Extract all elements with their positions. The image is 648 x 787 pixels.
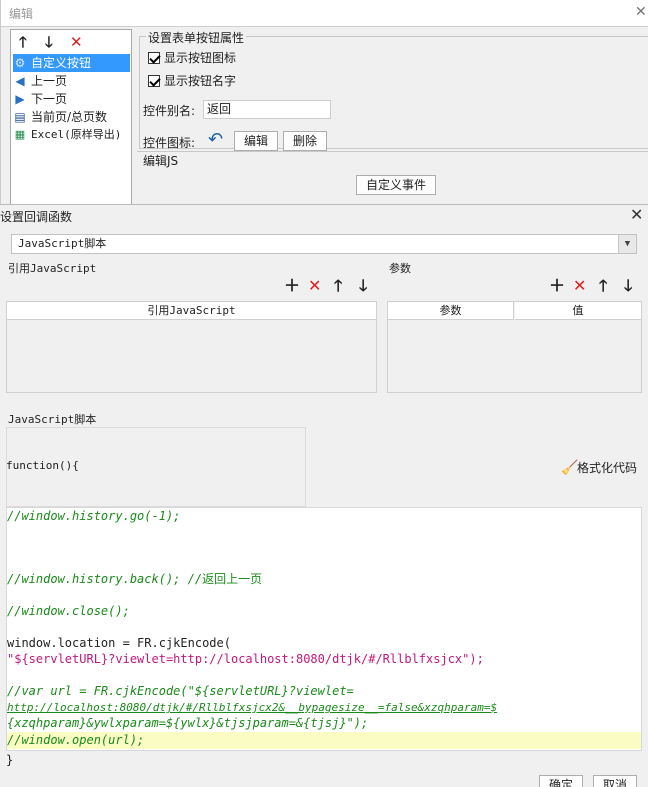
dialog-title: 设置回调函数 (0, 210, 73, 224)
function-header: function(){ (6, 459, 79, 472)
code-line: //window.close(); (7, 604, 130, 618)
editor-window: 编辑 ✕ 🡑 🡓 ✕ ⚙ 自定义按钮 ◀ 上一页 ▶ 下一页 ▤ 当前页/总页数 ▦ Ex… (0, 0, 648, 205)
code-line: //var url = FR.cjkEncode("${servletURL}?… (7, 684, 354, 698)
undo-arrow-icon: ↶ (208, 129, 224, 150)
ref-js-table: 引用JavaScript (6, 301, 377, 393)
param-delete-icon[interactable]: ✕ (573, 277, 586, 295)
ref-move-down-icon[interactable]: 🡓 (359, 277, 367, 295)
broom-icon: 🧹 (561, 460, 579, 476)
param-add-icon[interactable]: ＋ (549, 277, 565, 295)
editjs-divider (137, 151, 648, 152)
param-move-up-icon[interactable]: 🡑 (599, 277, 607, 295)
ref-add-icon[interactable]: ＋ (284, 277, 300, 295)
icon-label: 控件图标: (143, 136, 196, 150)
alias-label: 控件别名: (143, 104, 196, 118)
delete-icon[interactable]: ✕ (70, 33, 83, 51)
chevron-down-icon[interactable]: ▼ (618, 235, 636, 253)
closing-brace: } (6, 753, 14, 767)
script-type-select[interactable]: JavaScript脚本 ▼ (11, 234, 637, 254)
code-line: http://localhost:8080/dtjk/#/Rllblfxsjcx… (7, 701, 498, 714)
page-count-icon: ▤ (14, 110, 26, 124)
script-type-value: JavaScript脚本 (18, 237, 107, 250)
format-code-button[interactable]: 🧹格式化代码 (561, 459, 637, 476)
param-name-column-header[interactable]: 参数 (388, 302, 514, 320)
tree-item-custom-button[interactable]: ⚙ 自定义按钮 (13, 54, 130, 72)
tree-item-prev-page[interactable]: ◀ 上一页 (13, 72, 130, 90)
ref-js-section-label: 引用JavaScript (8, 262, 97, 275)
button-tree-panel: 🡑 🡓 ✕ ⚙ 自定义按钮 ◀ 上一页 ▶ 下一页 ▤ 当前页/总页数 ▦ Excel(原… (10, 29, 132, 205)
params-table: 参数 值 (387, 301, 642, 393)
ok-button[interactable]: 确定 (539, 775, 583, 787)
ref-js-column-header[interactable]: 引用JavaScript (7, 302, 376, 320)
properties-legend: 设置表单按钮属性 (146, 29, 247, 46)
code-line: //window.open(url); (7, 733, 145, 747)
js-script-section-label: JavaScript脚本 (8, 413, 97, 426)
show-icon-checkbox[interactable]: 显示按钮图标 (148, 49, 236, 67)
param-value-column-header[interactable]: 值 (515, 302, 641, 320)
editor-close-icon[interactable]: ✕ (635, 4, 647, 20)
checkbox-checked-icon (148, 75, 160, 87)
code-editor[interactable]: //window.history.go(-1); //window.histor… (6, 507, 642, 751)
callback-dialog: 设置回调函数 ✕ JavaScript脚本 ▼ 引用JavaScript 参数 … (0, 204, 648, 787)
editor-titlebar: 编辑 ✕ (1, 0, 648, 27)
custom-event-button[interactable]: 自定义事件 (356, 175, 436, 195)
triangle-left-icon: ◀ (15, 74, 25, 88)
tree-item-page-count[interactable]: ▤ 当前页/总页数 (13, 108, 130, 126)
code-line: //window.history.go(-1); (7, 509, 181, 523)
properties-group: 设置表单按钮属性 显示按钮图标 显示按钮名字 控件别名: 返回 控件图标: ↶ … (139, 29, 648, 151)
editjs-label: 编辑JS (143, 154, 179, 168)
code-line: //window.history.back(); //返回上一页 (7, 572, 263, 586)
alias-input[interactable]: 返回 (203, 100, 331, 119)
icon-delete-button[interactable]: 删除 (283, 131, 327, 151)
code-line: {xzqhparam}&ywlxparam=${ywlx}&tjsjparam=… (7, 716, 369, 730)
ref-delete-icon[interactable]: ✕ (308, 277, 321, 295)
tree-toolbar: 🡑 🡓 ✕ (11, 32, 131, 54)
move-down-icon[interactable]: 🡓 (45, 33, 53, 51)
editor-window-title: 编辑 (9, 7, 34, 21)
checkbox-checked-icon (148, 52, 160, 64)
tree-item-next-page[interactable]: ▶ 下一页 (13, 90, 130, 108)
cancel-button[interactable]: 取消 (593, 775, 637, 787)
params-section-label: 参数 (389, 262, 411, 275)
ref-move-up-icon[interactable]: 🡑 (334, 277, 342, 295)
gear-icon: ⚙ (14, 56, 26, 70)
tree-item-excel-export[interactable]: ▦ Excel(原样导出) (13, 126, 130, 144)
button-properties-panel: 设置表单按钮属性 显示按钮图标 显示按钮名字 控件别名: 返回 控件图标: ↶ … (137, 29, 648, 205)
code-line: window.location = FR.cjkEncode( (7, 636, 231, 650)
show-name-checkbox[interactable]: 显示按钮名字 (148, 72, 236, 90)
excel-icon: ▦ (14, 128, 26, 141)
code-line: "${servletURL}?viewlet=http://localhost:… (7, 652, 484, 666)
triangle-right-icon: ▶ (15, 92, 25, 106)
icon-edit-button[interactable]: 编辑 (234, 131, 278, 151)
move-up-icon[interactable]: 🡑 (19, 33, 27, 51)
dialog-close-icon[interactable]: ✕ (630, 205, 643, 224)
param-move-down-icon[interactable]: 🡓 (624, 277, 632, 295)
